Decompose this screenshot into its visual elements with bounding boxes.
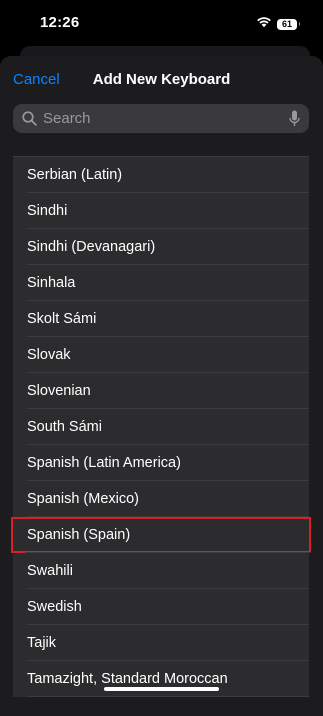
list-item[interactable]: Slovak [13, 337, 309, 373]
search-icon [21, 111, 37, 127]
list-item[interactable]: Skolt Sámi [13, 301, 309, 337]
list-item[interactable]: Swedish [13, 589, 309, 625]
list-item[interactable]: Sindhi [13, 193, 309, 229]
add-keyboard-sheet: Cancel Add New Keyboard Serbian (Latin) … [0, 56, 323, 716]
status-bar: 12:26 61 [0, 0, 323, 46]
list-item-spanish-spain-highlighted[interactable]: Spanish (Spain) [11, 517, 311, 553]
list-item[interactable]: Serbian (Latin) [13, 157, 309, 193]
list-item[interactable]: Sindhi (Devanagari) [13, 229, 309, 265]
wifi-icon [256, 15, 272, 33]
list-item[interactable]: Tajik [13, 625, 309, 661]
list-item[interactable]: Swahili [13, 553, 309, 589]
list-item[interactable]: Spanish (Mexico) [13, 481, 309, 517]
status-icons: 61 [256, 15, 300, 33]
battery-icon: 61 [277, 18, 300, 30]
list-item[interactable]: Slovenian [13, 373, 309, 409]
list-item[interactable]: Tamazight, Standard Moroccan [13, 661, 309, 697]
status-time: 12:26 [40, 14, 80, 31]
list-item[interactable]: Sinhala [13, 265, 309, 301]
keyboard-list: Serbian (Latin) Sindhi Sindhi (Devanagar… [11, 156, 311, 697]
navigation-bar: Cancel Add New Keyboard [0, 56, 323, 102]
search-bar[interactable] [13, 104, 309, 133]
microphone-icon[interactable] [287, 110, 301, 128]
list-item[interactable]: South Sámi [13, 409, 309, 445]
list-item[interactable]: Spanish (Latin America) [13, 445, 309, 481]
search-input[interactable] [43, 104, 287, 133]
home-indicator[interactable] [104, 687, 219, 691]
page-title: Add New Keyboard [92, 71, 231, 88]
